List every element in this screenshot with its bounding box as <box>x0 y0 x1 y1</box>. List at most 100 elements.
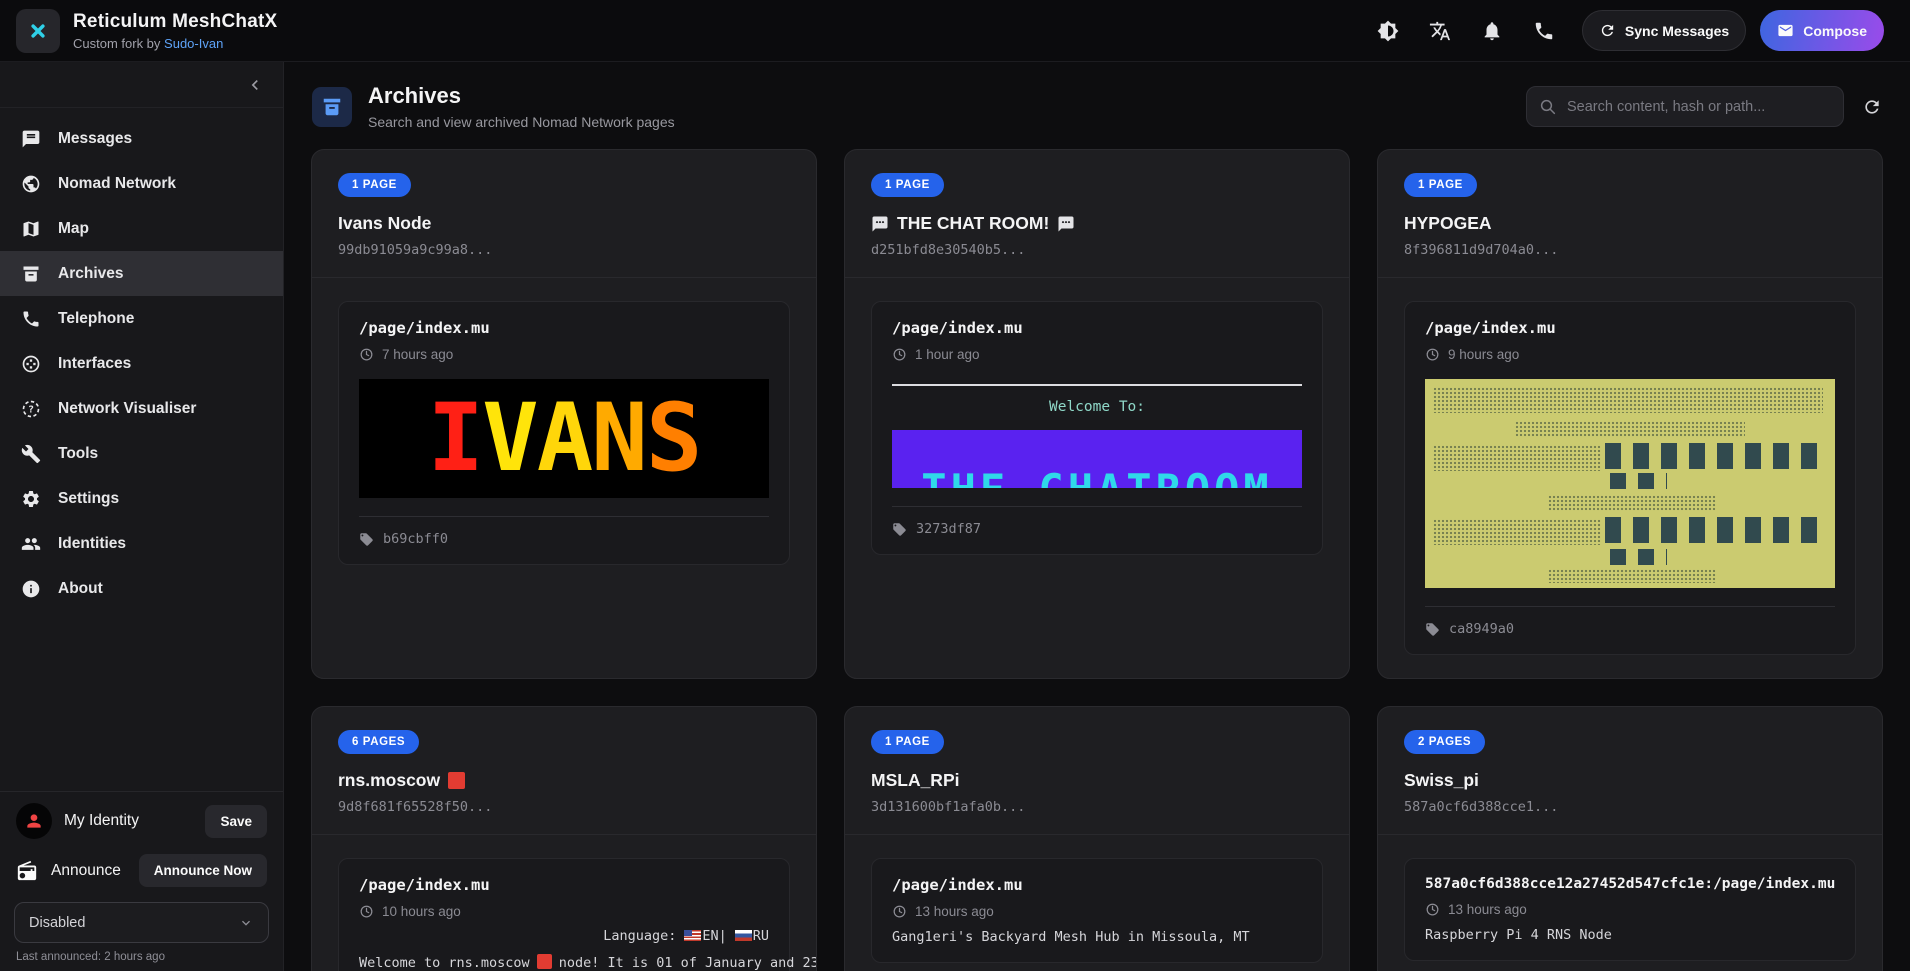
page-body-text: Gang1eri's Backyard Mesh Hub in Missoula… <box>892 929 1302 945</box>
page-titles: Archives Search and view archived Nomad … <box>368 83 1526 130</box>
call-button[interactable] <box>1520 7 1568 55</box>
bell-icon <box>1481 20 1503 42</box>
announce-now-button[interactable]: Announce Now <box>139 854 267 887</box>
archives-page-icon <box>312 87 352 127</box>
globe-icon <box>21 174 41 194</box>
sidebar-collapse-button[interactable] <box>239 69 271 101</box>
app-logo[interactable] <box>16 9 60 53</box>
version-tag: b69cbff0 <box>359 516 769 547</box>
chevron-down-icon <box>238 915 254 931</box>
welcome-text: Welcome To: <box>892 399 1302 415</box>
notifications-button[interactable] <box>1468 7 1516 55</box>
sync-messages-button[interactable]: Sync Messages <box>1582 10 1746 51</box>
tag-icon <box>1425 622 1440 637</box>
phone-icon <box>21 309 41 329</box>
page-path: /page/index.mu <box>359 319 769 337</box>
app-title: Reticulum MeshChatX <box>73 11 277 33</box>
archive-card-rns-moscow[interactable]: 6 PAGES rns.moscow 🟥 9d8f681f65528f50...… <box>311 706 817 971</box>
page-time: 10 hours ago <box>359 904 769 919</box>
red-square-emoji: 🟥 <box>448 772 465 789</box>
archive-card-chat-room[interactable]: 1 PAGE THE CHAT ROOM! d251bfd8e30540b5..… <box>844 149 1350 679</box>
archive-card-swiss-pi[interactable]: 2 PAGES Swiss_pi 587a0cf6d388cce1... 587… <box>1377 706 1883 971</box>
clock-icon <box>359 904 374 919</box>
card-title: MSLA_RPi <box>871 770 1323 791</box>
page-path: /page/index.mu <box>892 319 1302 337</box>
version-tag: ca8949a0 <box>1425 606 1835 637</box>
compose-button[interactable]: Compose <box>1760 10 1884 51</box>
card-hash: 8f396811d9d704a0... <box>1404 242 1856 258</box>
card-title: HYPOGEA <box>1404 213 1856 234</box>
sidebar-item-identities[interactable]: Identities <box>0 521 283 566</box>
archive-icon <box>321 96 343 118</box>
speech-balloon-icon <box>871 215 889 233</box>
sidebar-item-network-visualiser[interactable]: Network Visualiser <box>0 386 283 431</box>
save-button[interactable]: Save <box>205 805 267 838</box>
sidebar-item-map[interactable]: Map <box>0 206 283 251</box>
us-flag-icon <box>684 930 701 941</box>
sidebar-item-tools[interactable]: Tools <box>0 431 283 476</box>
sidebar-item-interfaces[interactable]: Interfaces <box>0 341 283 386</box>
last-announced-text: Last announced: 2 hours ago <box>16 951 267 963</box>
page-time: 13 hours ago <box>892 904 1302 919</box>
version-tag: 3273df87 <box>892 506 1302 537</box>
search-icon <box>1539 98 1557 116</box>
clock-icon <box>359 347 374 362</box>
map-icon <box>21 219 41 239</box>
page-path: 587a0cf6d388cce12a27452d547cfc1e:/page/i… <box>1425 876 1835 892</box>
language-button[interactable] <box>1416 7 1464 55</box>
page-preview-card[interactable]: /page/index.mu 7 hours ago IVANS b69cbff… <box>338 301 790 565</box>
page-preview-card[interactable]: /page/index.mu 13 hours ago Gang1eri's B… <box>871 858 1323 963</box>
refresh-archives-button[interactable] <box>1862 97 1882 117</box>
search-input[interactable] <box>1567 99 1831 115</box>
page-preview-card[interactable]: /page/index.mu 1 hour ago Welcome To: TH… <box>871 301 1323 555</box>
chatroom-banner-preview: THE CHATROOM <box>892 430 1302 488</box>
announce-mode-select[interactable]: Disabled <box>14 902 269 943</box>
envelope-icon <box>1777 22 1794 39</box>
card-hash: 9d8f681f65528f50... <box>338 799 790 815</box>
ascii-art-preview <box>1425 379 1835 588</box>
x-logo-icon <box>25 18 51 44</box>
page-preview-card[interactable]: /page/index.mu 9 hours ago <box>1404 301 1856 655</box>
page-path: /page/index.mu <box>1425 319 1835 337</box>
sidebar-item-nomad-network[interactable]: Nomad Network <box>0 161 283 206</box>
page-preview-card[interactable]: /page/index.mu 10 hours ago Language:EN|… <box>338 858 790 971</box>
archive-search <box>1526 86 1844 127</box>
page-preview-card[interactable]: 587a0cf6d388cce12a27452d547cfc1e:/page/i… <box>1404 858 1856 961</box>
archive-card-hypogea[interactable]: 1 PAGE HYPOGEA 8f396811d9d704a0... /page… <box>1377 149 1883 679</box>
page-header: Archives Search and view archived Nomad … <box>284 62 1910 147</box>
sidebar-item-settings[interactable]: Settings <box>0 476 283 521</box>
clock-icon <box>1425 347 1440 362</box>
author-link[interactable]: Sudo-Ivan <box>164 36 223 51</box>
clock-icon <box>892 904 907 919</box>
ascii-art-preview: IVANS <box>359 379 769 498</box>
sidebar: Messages Nomad Network Map Archives Tele… <box>0 62 284 971</box>
person-icon <box>24 811 44 831</box>
archive-card-ivans-node[interactable]: 1 PAGE Ivans Node 99db91059a9c99a8... /p… <box>311 149 817 679</box>
sidebar-item-telephone[interactable]: Telephone <box>0 296 283 341</box>
page-count-badge: 1 PAGE <box>871 173 944 197</box>
sidebar-item-messages[interactable]: Messages <box>0 116 283 161</box>
topbar-actions: Sync Messages Compose <box>1364 7 1884 55</box>
card-hash: 587a0cf6d388cce1... <box>1404 799 1856 815</box>
card-title: rns.moscow 🟥 <box>338 770 790 791</box>
radio-icon <box>16 860 38 882</box>
archive-card-msla-rpi[interactable]: 1 PAGE MSLA_RPi 3d131600bf1afa0b... /pag… <box>844 706 1350 971</box>
page-subtitle: Search and view archived Nomad Network p… <box>368 114 1526 130</box>
page-count-badge: 6 PAGES <box>338 730 419 754</box>
people-icon <box>21 534 41 554</box>
card-title: THE CHAT ROOM! <box>871 213 1323 234</box>
card-title: Ivans Node <box>338 213 790 234</box>
page-time: 7 hours ago <box>359 347 769 362</box>
sidebar-item-archives[interactable]: Archives <box>0 251 283 296</box>
avatar[interactable] <box>16 803 52 839</box>
sidebar-item-about[interactable]: About <box>0 566 283 611</box>
identity-row: My Identity Save <box>0 792 283 849</box>
app-brand: Reticulum MeshChatX Custom fork by Sudo-… <box>16 9 277 53</box>
brand-text: Reticulum MeshChatX Custom fork by Sudo-… <box>73 11 277 51</box>
clock-icon <box>1425 902 1440 917</box>
theme-toggle-button[interactable] <box>1364 7 1412 55</box>
sidebar-collapse-row <box>0 62 283 108</box>
card-hash: 3d131600bf1afa0b... <box>871 799 1323 815</box>
app-shell: Messages Nomad Network Map Archives Tele… <box>0 62 1910 971</box>
archives-grid: 1 PAGE Ivans Node 99db91059a9c99a8... /p… <box>284 147 1910 971</box>
